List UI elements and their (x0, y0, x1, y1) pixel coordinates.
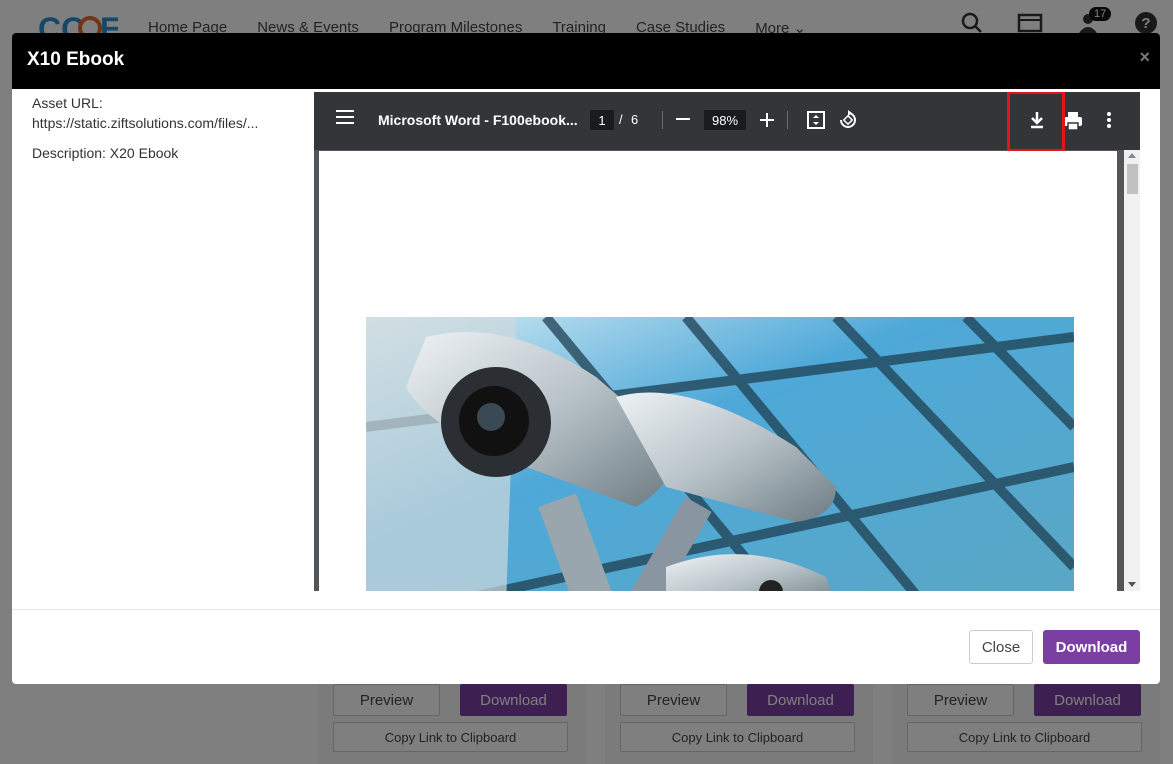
close-icon[interactable]: × (1139, 47, 1150, 68)
more-options-icon[interactable] (1099, 110, 1119, 130)
page-number-input[interactable]: 1 (590, 110, 614, 130)
toolbar-divider (787, 111, 788, 129)
print-icon[interactable] (1062, 110, 1084, 132)
pdf-scrollbar[interactable] (1124, 150, 1140, 591)
scroll-up-arrow-icon[interactable] (1128, 153, 1136, 158)
fit-to-page-icon[interactable] (806, 110, 826, 130)
asset-url-label: Asset URL: (32, 95, 103, 111)
download-button[interactable]: Download (1043, 630, 1140, 664)
rotate-icon[interactable] (838, 110, 858, 130)
asset-description: Description: X20 Ebook (32, 145, 179, 161)
toolbar-divider (662, 111, 663, 129)
download-highlight-box (1007, 92, 1065, 152)
modal-title: X10 Ebook (27, 49, 125, 70)
pdf-viewer: Microsoft Word - F100ebook... 1 / 6 98% (314, 92, 1140, 591)
zoom-out-icon[interactable] (676, 109, 690, 135)
total-pages: 6 (631, 112, 639, 127)
menu-icon[interactable] (336, 110, 354, 128)
zoom-level-input[interactable]: 98% (704, 110, 746, 130)
modal-header: X10 Ebook × (12, 33, 1160, 89)
zoom-in-icon[interactable] (760, 106, 774, 136)
asset-url-value[interactable]: https://static.ziftsolutions.com/files/.… (32, 113, 296, 133)
scroll-thumb[interactable] (1127, 164, 1138, 194)
asset-preview-modal: X10 Ebook × Asset URL: https://static.zi… (12, 33, 1160, 684)
scroll-down-arrow-icon[interactable] (1128, 582, 1136, 587)
page-separator: / (619, 112, 623, 127)
pdf-document-title: Microsoft Word - F100ebook... (378, 112, 578, 128)
pdf-page (319, 151, 1117, 591)
modal-footer-divider (12, 609, 1160, 610)
asset-info: Asset URL: https://static.ziftsolutions.… (32, 93, 302, 163)
security-camera-image (366, 317, 1074, 591)
close-button[interactable]: Close (969, 630, 1033, 664)
pdf-toolbar: Microsoft Word - F100ebook... 1 / 6 98% (314, 92, 1140, 152)
